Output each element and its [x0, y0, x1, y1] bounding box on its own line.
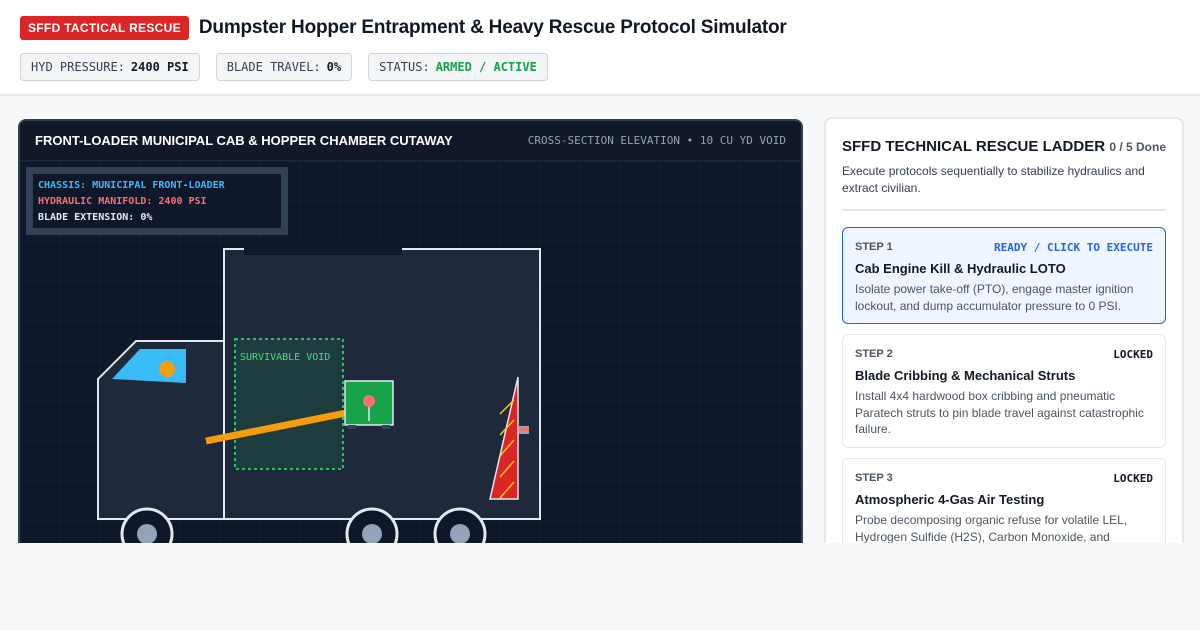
driver-icon: [159, 361, 175, 377]
readout-chassis: CHASSIS: MUNICIPAL FRONT-LOADER: [38, 180, 225, 191]
status-badge: ARMED / ACTIVE: [435, 60, 537, 74]
step-description: Probe decomposing organic refuse for vol…: [855, 513, 1128, 544]
hyd-pressure-chip: HYD PRESSURE: 2400 PSI: [20, 53, 200, 81]
ladder-title: SFFD TECHNICAL RESCUE LADDER: [842, 138, 1106, 155]
rescue-ladder-panel: SFFD TECHNICAL RESCUE LADDER 0 / 5 Done …: [824, 117, 1184, 567]
chip-value: 0%: [326, 60, 342, 74]
civilian-marker: [363, 395, 375, 407]
blade-travel-chip: BLADE TRAVEL: 0%: [215, 53, 353, 81]
cutaway-subtitle: CROSS-SECTION ELEVATION • 10 CU YD VOID: [527, 134, 786, 147]
step-number: STEP 3: [855, 472, 893, 484]
page-footer-area: [0, 543, 1200, 630]
cutaway-title: FRONT-LOADER MUNICIPAL CAB & HOPPER CHAM…: [35, 133, 453, 148]
telemetry-readout: CHASSIS: MUNICIPAL FRONT-LOADER HYDRAULI…: [26, 167, 288, 235]
readout-manifold: HYDRAULIC MANIFOLD: 2400 PSI: [38, 196, 207, 207]
status-chips: HYD PRESSURE: 2400 PSI BLADE TRAVEL: 0% …: [20, 53, 548, 81]
step-title: Blade Cribbing & Mechanical Struts: [855, 368, 1076, 383]
container-wheel: [382, 425, 390, 429]
step-number: STEP 2: [855, 348, 893, 360]
step-description: Isolate power take-off (PTO), engage mas…: [855, 282, 1134, 313]
cutaway-panel: FRONT-LOADER MUNICIPAL CAB & HOPPER CHAM…: [18, 119, 803, 559]
step-status: LOCKED: [1113, 348, 1153, 361]
hopper-opening: [244, 241, 402, 255]
top-header: SFFD TACTICAL RESCUE Dumpster Hopper Ent…: [0, 0, 1200, 96]
ladder-progress-count: 0 / 5 Done: [1109, 140, 1166, 154]
chip-value: 2400 PSI: [130, 60, 189, 74]
blade-ram-connector-stripe: [519, 428, 529, 431]
chip-label: STATUS:: [379, 60, 430, 74]
chip-label: HYD PRESSURE:: [31, 60, 125, 74]
container-wheel: [348, 425, 356, 429]
step-number: STEP 1: [855, 241, 893, 253]
cutaway-header: FRONT-LOADER MUNICIPAL CAB & HOPPER CHAM…: [20, 121, 801, 161]
chip-label: BLADE TRAVEL:: [226, 60, 321, 74]
readout-blade: BLADE EXTENSION: 0%: [38, 212, 153, 223]
step-2-card[interactable]: STEP 2 LOCKED Blade Cribbing & Mechanica…: [842, 334, 1166, 448]
step-title: Atmospheric 4-Gas Air Testing: [855, 492, 1045, 507]
brand-row: SFFD TACTICAL RESCUE Dumpster Hopper Ent…: [20, 16, 787, 40]
step-status: LOCKED: [1113, 472, 1153, 485]
step-1-card[interactable]: STEP 1 READY / CLICK TO EXECUTE Cab Engi…: [842, 227, 1166, 324]
step-status: READY / CLICK TO EXECUTE: [994, 241, 1153, 254]
step-description: Install 4x4 hardwood box cribbing and pn…: [855, 389, 1144, 436]
status-chip: STATUS: ARMED / ACTIVE: [368, 53, 548, 81]
step-title: Cab Engine Kill & Hydraulic LOTO: [855, 261, 1066, 276]
telemetry-screen: CHASSIS: MUNICIPAL FRONT-LOADER HYDRAULI…: [33, 174, 281, 228]
page-title: Dumpster Hopper Entrapment & Heavy Rescu…: [198, 17, 787, 38]
brand-badge: SFFD TACTICAL RESCUE: [20, 16, 189, 40]
ladder-description: Execute protocols sequentially to stabil…: [842, 164, 1145, 195]
void-label: SURVIVABLE VOID: [240, 352, 330, 363]
divider: [842, 209, 1166, 211]
